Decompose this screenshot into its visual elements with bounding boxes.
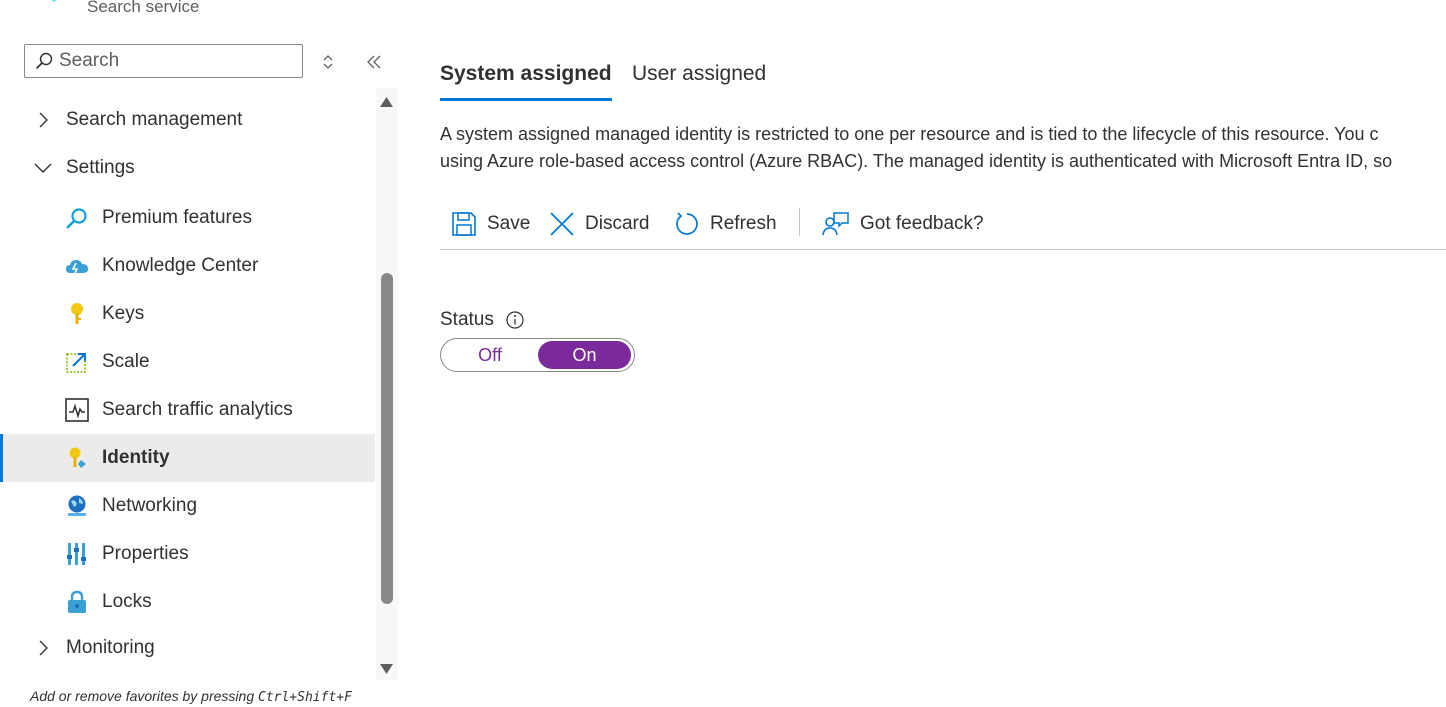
sidebar-item-identity[interactable]: Identity	[0, 434, 375, 482]
refresh-icon	[676, 212, 698, 235]
sidebar-item-label: Networking	[102, 495, 198, 516]
status-off-option[interactable]: Off	[441, 339, 539, 371]
toolbar-divider	[799, 208, 800, 236]
collapse-sidebar-button[interactable]	[362, 50, 386, 74]
sidebar-item-label: Settings	[66, 157, 135, 178]
analytics-icon	[65, 398, 89, 422]
sidebar-item-label: Scale	[102, 351, 150, 372]
favorites-shortcut: Ctrl+Shift+F	[258, 690, 352, 705]
scroll-down-arrow-icon[interactable]	[379, 663, 394, 675]
sidebar-item-label: Knowledge Center	[102, 255, 259, 276]
identity-description: A system assigned managed identity is re…	[440, 121, 1446, 175]
status-on-option[interactable]: On	[538, 341, 631, 369]
refresh-button[interactable]: Refresh	[674, 206, 777, 242]
sidebar-item-label: Monitoring	[66, 637, 155, 658]
save-icon	[452, 212, 476, 236]
sidebar-item-label: Search traffic analytics	[102, 399, 293, 420]
tab-system-assigned[interactable]: System assigned	[440, 62, 612, 102]
discard-label: Discard	[585, 213, 650, 234]
sidebar-item-label: Identity	[102, 447, 170, 468]
favorites-hint: Add or remove favorites by pressing Ctrl…	[30, 688, 352, 705]
magnifier-icon	[66, 208, 87, 229]
resource-type-subtitle: Search service	[87, 0, 200, 16]
scroll-up-arrow-icon[interactable]	[379, 96, 394, 108]
sidebar-scrollbar-thumb[interactable]	[381, 273, 393, 604]
sidebar-item-scale[interactable]: Scale	[0, 338, 375, 386]
sidebar-item-label: Locks	[102, 591, 152, 612]
sidebar-item-label: Premium features	[102, 207, 252, 228]
sidebar-item-search-traffic-analytics[interactable]: Search traffic analytics	[0, 386, 375, 434]
sort-toggle-button[interactable]	[316, 50, 340, 74]
properties-icon	[67, 543, 86, 565]
globe-icon	[68, 495, 86, 516]
favorites-hint-text: Add or remove favorites by pressing	[30, 688, 258, 704]
identity-key-icon	[69, 447, 86, 468]
sidebar-item-search-management[interactable]: Search management	[0, 96, 375, 144]
sidebar-item-premium-features[interactable]: Premium features	[0, 194, 375, 242]
status-toggle[interactable]: Off On	[440, 338, 635, 372]
info-icon[interactable]	[506, 311, 524, 329]
discard-button[interactable]: Discard	[549, 206, 649, 242]
tab-user-assigned[interactable]: User assigned	[632, 62, 766, 102]
status-label-text: Status	[440, 309, 494, 330]
lock-icon	[68, 590, 86, 613]
chevron-right-icon	[39, 112, 48, 128]
description-line-2: using Azure role-based access control (A…	[440, 151, 1393, 171]
command-toolbar: Save Discard Refresh Got feedback?	[440, 204, 1446, 250]
save-button[interactable]: Save	[451, 206, 530, 242]
sidebar-search-box[interactable]	[24, 44, 303, 78]
feedback-label: Got feedback?	[860, 213, 984, 234]
feedback-icon	[822, 212, 849, 236]
status-field-label: Status	[440, 309, 524, 331]
sidebar-item-settings[interactable]: Settings	[0, 144, 375, 192]
sidebar-item-keys[interactable]: Keys	[0, 290, 375, 338]
cloud-icon	[66, 260, 88, 274]
close-icon	[550, 212, 574, 236]
sidebar-item-locks[interactable]: Locks	[0, 578, 375, 626]
sidebar-item-monitoring[interactable]: Monitoring	[0, 624, 375, 672]
search-icon	[35, 52, 53, 70]
double-chevron-left-icon	[367, 55, 381, 69]
description-line-1: A system assigned managed identity is re…	[440, 124, 1379, 144]
feedback-button[interactable]: Got feedback?	[822, 206, 984, 242]
refresh-label: Refresh	[710, 213, 777, 234]
key-icon	[71, 303, 83, 324]
sidebar-item-label: Keys	[102, 303, 145, 324]
sidebar-item-knowledge-center[interactable]: Knowledge Center	[0, 242, 375, 290]
up-down-chevron-icon	[323, 55, 333, 69]
save-label: Save	[487, 213, 531, 234]
sidebar-item-label: Properties	[102, 543, 189, 564]
sidebar-item-label: Search management	[66, 109, 243, 130]
sidebar-search-input[interactable]	[59, 50, 279, 72]
search-service-logo-icon	[45, 0, 57, 3]
sidebar-item-networking[interactable]: Networking	[0, 482, 375, 530]
sidebar-item-properties[interactable]: Properties	[0, 530, 375, 578]
chevron-right-icon	[39, 640, 48, 656]
chevron-down-icon	[34, 163, 52, 173]
scale-icon	[66, 353, 86, 373]
